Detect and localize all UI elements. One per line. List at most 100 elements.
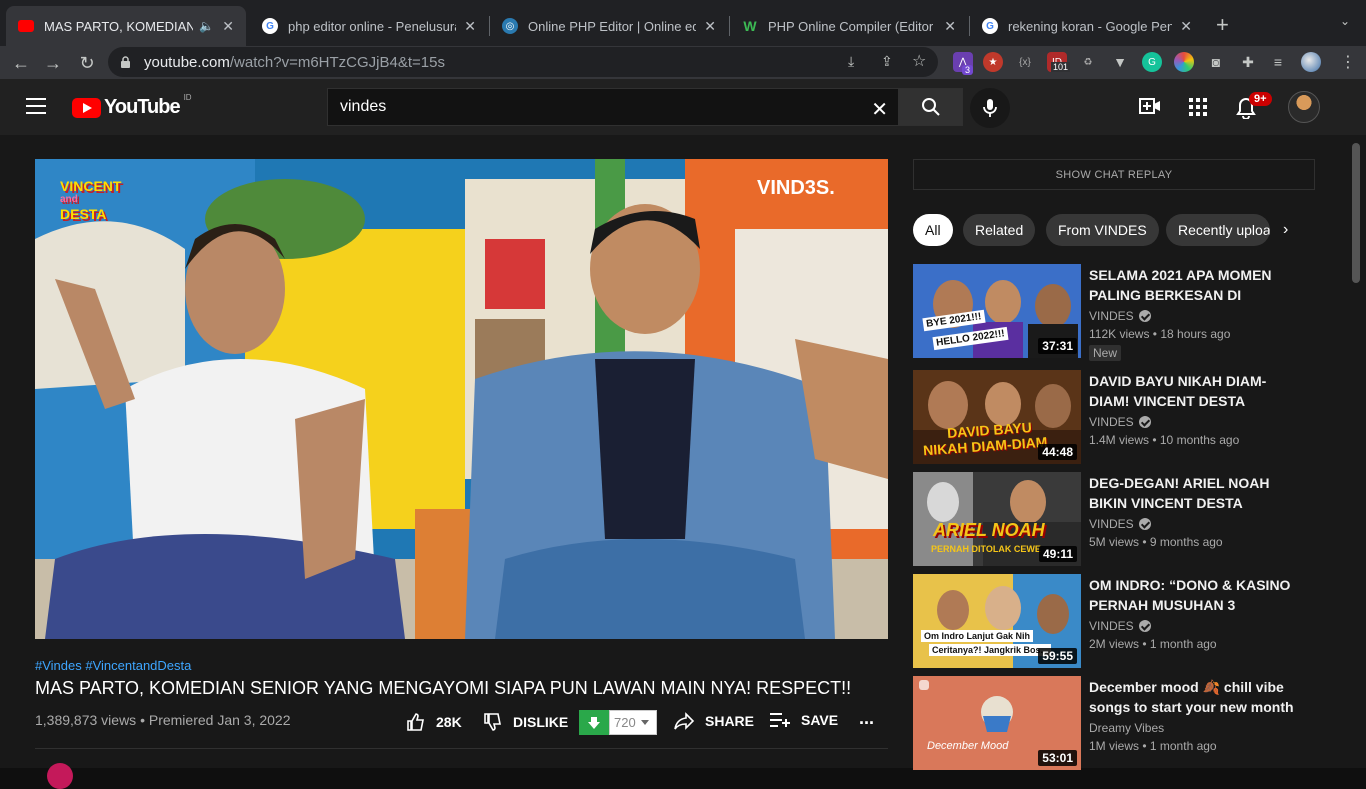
download-arrow-icon[interactable] bbox=[579, 710, 609, 735]
vee-icon[interactable]: ▼ bbox=[1110, 52, 1130, 72]
close-tab-icon[interactable]: ✕ bbox=[1180, 18, 1192, 35]
video-thumbnail[interactable]: BYE 2021!!! HELLO 2022!!! 37:31 bbox=[913, 264, 1081, 358]
reload-button[interactable]: ↻ bbox=[74, 50, 100, 76]
video-title: MAS PARTO, KOMEDIAN SENIOR YANG MENGAYOM… bbox=[35, 678, 852, 698]
voice-search-button[interactable] bbox=[970, 88, 1010, 128]
profile-avatar-icon[interactable] bbox=[1301, 52, 1321, 72]
chip-all[interactable]: All bbox=[913, 214, 953, 246]
apps-grid-icon[interactable] bbox=[1189, 98, 1207, 116]
close-tab-icon[interactable]: ✕ bbox=[464, 18, 476, 35]
extension-badge: 3 bbox=[962, 65, 974, 75]
quality-select[interactable]: 720 bbox=[609, 710, 657, 735]
recommended-video[interactable]: ARIEL NOAH PERNAH DITOLAK CEWE 49:11 DEG… bbox=[913, 472, 1313, 566]
thumbnail-caption: PERNAH DITOLAK CEWE bbox=[931, 544, 1041, 554]
verified-icon bbox=[1138, 620, 1151, 632]
back-button[interactable]: ← bbox=[8, 50, 34, 76]
channel-avatar[interactable] bbox=[47, 763, 73, 789]
close-tab-icon[interactable]: ✕ bbox=[944, 18, 956, 35]
extension-braces-icon[interactable]: {x} bbox=[1015, 52, 1035, 72]
channel-name[interactable]: VINDES bbox=[1089, 309, 1151, 323]
tab-youtube[interactable]: MAS PARTO, KOMEDIAN SENIOR YANG 🔈 ✕ bbox=[6, 6, 246, 46]
account-avatar[interactable] bbox=[1288, 91, 1320, 123]
save-button[interactable]: SAVE bbox=[769, 712, 838, 728]
address-bar[interactable]: youtube.com/watch?v=m6HTzCGJjB4&t=15s bbox=[108, 47, 938, 77]
create-video-icon[interactable] bbox=[1139, 97, 1161, 115]
tab-php-compiler[interactable]: W PHP Online Compiler (Editor / Interpre… bbox=[730, 6, 968, 46]
w-icon: W bbox=[743, 18, 757, 34]
recommended-video[interactable]: Om Indro Lanjut Gak Nih Ceritanya?! Jang… bbox=[913, 574, 1313, 668]
channel-name[interactable]: VINDES bbox=[1089, 619, 1151, 633]
clear-search-icon[interactable]: ✕ bbox=[871, 97, 888, 122]
thumbnail-caption: ARIEL NOAH bbox=[933, 520, 1045, 540]
playlist-add-icon bbox=[770, 713, 790, 727]
channel-name[interactable]: Dreamy Vibes bbox=[1089, 721, 1164, 735]
chip-from-vindes[interactable]: From VINDES bbox=[1046, 214, 1159, 246]
recommended-video[interactable]: DAVID BAYU NIKAH DIAM-DIAM 44:48 DAVID B… bbox=[913, 370, 1313, 464]
tab-google-search[interactable]: G php editor online - Penelusuran Google… bbox=[250, 6, 488, 46]
tab-php-editor[interactable]: ◎ Online PHP Editor | Online editor ✕ bbox=[490, 6, 728, 46]
search-input[interactable] bbox=[340, 98, 860, 116]
install-app-icon[interactable]: ⤓ bbox=[848, 53, 854, 70]
youtube-header: YouTube ID ✕ 9+ bbox=[0, 79, 1366, 135]
notification-count-badge: 9+ bbox=[1249, 92, 1272, 106]
recommended-title[interactable]: OM INDRO: “DONO & KASINO PERNAH MUSUHAN … bbox=[1089, 575, 1299, 615]
more-actions-icon[interactable]: ... bbox=[859, 708, 874, 729]
chrome-menu-icon[interactable]: ⋮ bbox=[1340, 52, 1356, 72]
share-page-icon[interactable]: ⇪ bbox=[881, 53, 893, 70]
search-box[interactable]: ✕ bbox=[327, 88, 899, 126]
recommended-video[interactable]: BYE 2021!!! HELLO 2022!!! 37:31 SELAMA 2… bbox=[913, 264, 1313, 361]
close-tab-icon[interactable]: ✕ bbox=[704, 18, 716, 35]
video-thumbnail[interactable]: ARIEL NOAH PERNAH DITOLAK CEWE 49:11 bbox=[913, 472, 1081, 566]
close-tab-icon[interactable]: ✕ bbox=[222, 18, 234, 35]
video-thumbnail[interactable]: Om Indro Lanjut Gak Nih Ceritanya?! Jang… bbox=[913, 574, 1081, 668]
scrollbar[interactable] bbox=[1352, 143, 1360, 283]
recommended-title[interactable]: DAVID BAYU NIKAH DIAM-DIAM! VINCENT DEST… bbox=[1089, 371, 1299, 411]
show-logo: VINCENT and DESTA bbox=[60, 178, 122, 222]
new-tab-button[interactable]: + bbox=[1216, 12, 1229, 38]
thumbnail-caption: Om Indro Lanjut Gak Nih bbox=[921, 630, 1034, 642]
chip-related[interactable]: Related bbox=[963, 214, 1036, 246]
channel-name[interactable]: VINDES bbox=[1089, 415, 1151, 429]
recommended-video[interactable]: December Mood 53:01 December mood 🍂 chil… bbox=[913, 676, 1313, 770]
recommended-title[interactable]: DEG-DEGAN! ARIEL NOAH BIKIN VINCENT DEST… bbox=[1089, 473, 1299, 513]
recommended-title[interactable]: December mood 🍂 chill vibe songs to star… bbox=[1089, 677, 1299, 717]
extensions-puzzle-icon[interactable]: ✚ bbox=[1238, 52, 1258, 72]
tab-search-icon[interactable]: ⌄ bbox=[1340, 14, 1350, 28]
reading-list-icon[interactable]: ≡ bbox=[1268, 52, 1288, 72]
channel-name[interactable]: VINDES bbox=[1089, 517, 1151, 531]
thumbnail-caption: Ceritanya?! Jangkrik Bos... bbox=[929, 644, 1052, 656]
chevron-right-icon[interactable]: › bbox=[1283, 221, 1288, 239]
grammarly-icon[interactable]: G bbox=[1142, 52, 1162, 72]
camera-icon[interactable]: ◙ bbox=[1206, 52, 1226, 72]
recommended-title[interactable]: SELAMA 2021 APA MOMEN PALING BERKESAN DI… bbox=[1089, 265, 1299, 305]
dropdown-caret-icon bbox=[640, 720, 649, 725]
video-thumbnail[interactable]: DAVID BAYU NIKAH DIAM-DIAM 44:48 bbox=[913, 370, 1081, 464]
tab-rekening-koran[interactable]: G rekening koran - Google Penelusuran ✕ bbox=[970, 6, 1204, 46]
color-picker-icon[interactable] bbox=[1174, 52, 1194, 72]
menu-icon[interactable] bbox=[26, 98, 46, 114]
url-path: /watch?v=m6HTzCGJjB4&t=15s bbox=[229, 53, 445, 71]
forward-button[interactable]: → bbox=[40, 50, 66, 76]
download-widget[interactable]: 720 bbox=[579, 710, 657, 735]
audio-playing-icon[interactable]: 🔈 bbox=[199, 19, 214, 33]
php-editor-icon: ◎ bbox=[502, 18, 518, 34]
recycle-icon[interactable]: ♻ bbox=[1078, 52, 1098, 72]
share-button[interactable]: SHARE bbox=[673, 712, 754, 730]
video-duration: 49:11 bbox=[1038, 546, 1077, 562]
verified-icon bbox=[1138, 416, 1151, 428]
video-thumbnail[interactable]: December Mood 53:01 bbox=[913, 676, 1081, 770]
chip-recently-uploaded[interactable]: Recently uploaded bbox=[1166, 214, 1270, 246]
dislike-button[interactable]: DISLIKE bbox=[483, 712, 568, 732]
video-stats: 1.4M views • 10 months ago bbox=[1089, 433, 1240, 447]
video-duration: 37:31 bbox=[1038, 338, 1077, 354]
like-button[interactable]: 28K bbox=[406, 712, 462, 732]
youtube-logo[interactable]: YouTube ID bbox=[72, 93, 192, 119]
microphone-icon bbox=[983, 99, 997, 117]
verified-icon bbox=[1138, 518, 1151, 530]
show-chat-replay-button[interactable]: SHOW CHAT REPLAY bbox=[913, 159, 1315, 190]
video-hashtags[interactable]: #Vindes #VincentandDesta bbox=[35, 658, 191, 673]
bookmark-star-icon[interactable]: ☆ bbox=[912, 51, 926, 71]
video-player[interactable]: VINCENT and DESTA VIND3S. bbox=[35, 159, 888, 639]
extension-santa-icon[interactable]: ★ bbox=[983, 52, 1003, 72]
search-button[interactable] bbox=[899, 88, 963, 126]
